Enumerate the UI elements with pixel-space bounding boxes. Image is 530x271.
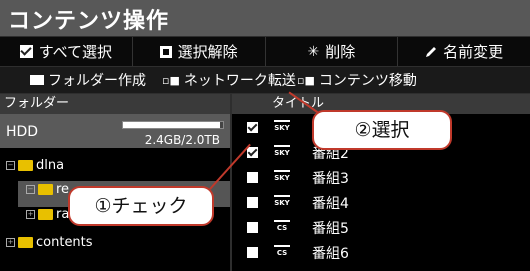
row-checkbox[interactable] <box>247 147 258 158</box>
sparkle-icon: ✳ <box>307 43 320 60</box>
table-row[interactable]: SKY 番組3 <box>232 167 530 188</box>
folder-pane: フォルダー HDD 2.4GB/2.0TB − dlna − re + ra +… <box>0 94 230 271</box>
select-all-button[interactable]: すべて選択 <box>0 37 133 66</box>
move-content-button[interactable]: ▫■ コンテンツ移動 <box>297 67 417 93</box>
folder-icon <box>18 237 33 248</box>
channel-icon: SKY <box>274 170 290 186</box>
channel-icon: CS <box>274 220 290 236</box>
program-name: 番組5 <box>312 221 349 237</box>
channel-icon: SKY <box>274 145 290 161</box>
folder-header: フォルダー <box>0 94 230 114</box>
table-row[interactable]: SKY 番組4 <box>232 192 530 213</box>
tree-item-ra[interactable]: + ra <box>26 207 69 222</box>
expand-icon[interactable]: + <box>6 238 15 247</box>
channel-icon: SKY <box>274 120 290 136</box>
folder-icon <box>38 184 53 195</box>
pencil-icon <box>426 46 437 57</box>
checkbox-icon <box>19 45 33 58</box>
hdd-size: 2.4GB/2.0TB <box>144 133 220 147</box>
table-row[interactable]: CS 番組6 <box>232 242 530 263</box>
program-name: 番組6 <box>312 246 349 262</box>
square-icon <box>159 45 172 58</box>
rename-button[interactable]: 名前変更 <box>398 37 530 66</box>
collapse-icon[interactable]: − <box>6 161 15 170</box>
expand-icon[interactable]: + <box>26 210 35 219</box>
network-transfer-button[interactable]: ▫■ ネットワーク転送 <box>162 67 296 93</box>
row-checkbox[interactable] <box>247 197 258 208</box>
tree-item-dlna[interactable]: − dlna <box>6 158 64 173</box>
hdd-label: HDD <box>6 124 39 140</box>
program-name: 番組3 <box>312 171 349 187</box>
row-checkbox[interactable] <box>247 172 258 183</box>
program-name: 番組4 <box>312 196 349 212</box>
tree-item-contents[interactable]: + contents <box>6 235 93 250</box>
move-icon: ▫■ <box>297 73 315 87</box>
title-bar: コンテンツ操作 <box>0 0 530 36</box>
folder-icon <box>38 209 53 220</box>
callout-check: ①チェック <box>68 186 214 226</box>
hdd-usage-bar <box>122 121 224 129</box>
hdd-item[interactable]: HDD 2.4GB/2.0TB <box>0 114 230 148</box>
page-title: コンテンツ操作 <box>8 9 170 34</box>
collapse-icon[interactable]: − <box>26 185 35 194</box>
tree-item-re[interactable]: − re <box>26 182 69 197</box>
callout-select: ②選択 <box>312 110 452 150</box>
channel-icon: CS <box>274 245 290 261</box>
row-checkbox[interactable] <box>247 247 258 258</box>
toolbar-primary: すべて選択 選択解除 ✳ 削除 名前変更 <box>0 37 530 66</box>
deselect-button[interactable]: 選択解除 <box>133 37 266 66</box>
delete-button[interactable]: ✳ 削除 <box>266 37 399 66</box>
create-folder-button[interactable]: フォルダー作成 <box>30 67 146 93</box>
folder-icon <box>30 75 44 85</box>
channel-icon: SKY <box>274 195 290 211</box>
row-checkbox[interactable] <box>247 222 258 233</box>
toolbar-secondary: フォルダー作成 ▫■ ネットワーク転送 ▫■ コンテンツ移動 <box>0 67 530 93</box>
row-checkbox[interactable] <box>247 122 258 133</box>
table-row[interactable]: CS 番組5 <box>232 217 530 238</box>
transfer-icon: ▫■ <box>162 73 180 87</box>
folder-icon <box>18 160 33 171</box>
